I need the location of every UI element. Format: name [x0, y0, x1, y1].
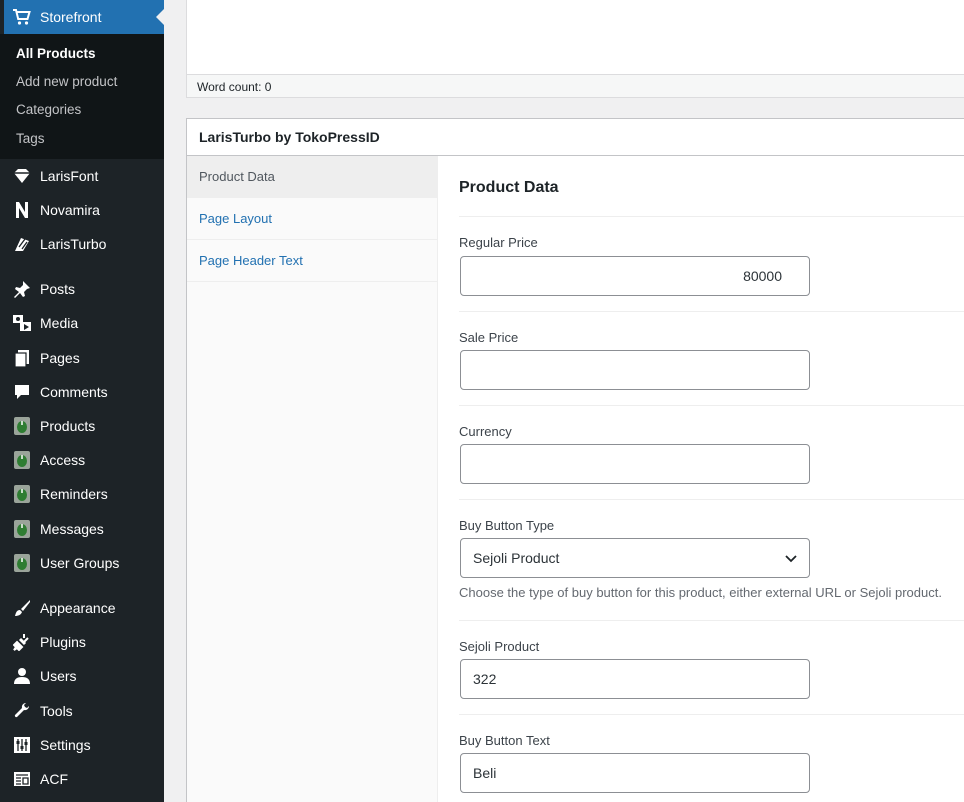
settings-icon: [12, 735, 32, 755]
sidebar-item-posts[interactable]: Posts: [4, 274, 164, 304]
sidebar-item-label: User Groups: [40, 555, 120, 571]
submenu-item-categories[interactable]: Categories: [16, 102, 81, 117]
sidebar-item-label: Products: [40, 418, 96, 434]
sidebar-item-label: Messages: [40, 521, 104, 537]
buy-button-type-value: Sejoli Product: [473, 550, 560, 566]
sidebar-item-messages[interactable]: Messages: [4, 514, 164, 544]
submenu-item-all-products[interactable]: All Products: [16, 46, 96, 61]
sejoli-product-input[interactable]: [460, 659, 810, 699]
tab-product-data[interactable]: Product Data: [187, 156, 437, 198]
brush-icon: [12, 598, 32, 618]
acf-icon: [12, 769, 32, 789]
sidebar-item-label: Tools: [40, 703, 73, 719]
sidebar-item-label: Posts: [40, 281, 76, 297]
sidebar-item-label: LarisFont: [40, 168, 99, 184]
pin-icon: [12, 279, 32, 299]
sidebar-item-label: ACF: [40, 771, 68, 787]
word-count: Word count: 0: [186, 74, 964, 98]
metabox-title: LarisTurbo by TokoPressID: [187, 119, 964, 156]
buy-button-text-label: Buy Button Text: [459, 733, 550, 748]
media-icon: [12, 313, 32, 333]
plugin-icon: [12, 632, 32, 652]
sidebar-item-label: Reminders: [40, 486, 108, 502]
submenu-item-tags[interactable]: Tags: [16, 131, 45, 146]
sidebar-item-pages[interactable]: Pages: [4, 343, 164, 373]
sidebar-item-media[interactable]: Media: [4, 308, 164, 338]
divider: [459, 620, 964, 621]
currency-input[interactable]: [460, 444, 810, 484]
sidebar-item-appearance[interactable]: Appearance: [4, 593, 164, 623]
diamond-icon: [12, 166, 32, 186]
user-icon: [12, 666, 32, 686]
storefront-submenu: All Products Add new product Categories …: [0, 34, 164, 159]
metabox-tabs: Product Data Page Layout Page Header Tex…: [187, 156, 438, 802]
sidebar-item-novamira[interactable]: Novamira: [4, 195, 164, 225]
buy-button-type-label: Buy Button Type: [459, 518, 555, 533]
sidebar-item-user-groups[interactable]: User Groups: [4, 548, 164, 578]
main-content: Word count: 0 LarisTurbo by TokoPressID …: [164, 0, 964, 802]
pages-icon: [12, 348, 32, 368]
sejoli-icon: [12, 484, 32, 504]
sidebar-item-label: LarisTurbo: [40, 236, 107, 252]
sidebar-item-label: Pages: [40, 350, 80, 366]
regular-price-input[interactable]: [460, 256, 810, 296]
divider: [459, 499, 964, 500]
current-menu-arrow: [156, 9, 164, 25]
cart-icon: [12, 7, 32, 27]
regular-price-label: Regular Price: [459, 235, 538, 250]
buy-button-text-input[interactable]: [460, 753, 810, 793]
buy-button-type-description: Choose the type of buy button for this p…: [459, 585, 942, 600]
content-editor[interactable]: [186, 0, 964, 75]
divider: [459, 216, 964, 217]
divider: [459, 405, 964, 406]
sidebar-item-label: Plugins: [40, 634, 86, 650]
admin-sidebar: Storefront All Products Add new product …: [0, 0, 164, 802]
tab-page-layout[interactable]: Page Layout: [187, 198, 437, 240]
wrench-icon: [12, 701, 32, 721]
sale-price-label: Sale Price: [459, 330, 519, 345]
bolt-icon: [12, 234, 32, 254]
divider: [459, 311, 964, 312]
sidebar-item-products[interactable]: Products: [4, 411, 164, 441]
sejoli-icon: [12, 416, 32, 436]
tab-page-header-text[interactable]: Page Header Text: [187, 240, 437, 282]
sidebar-item-acf[interactable]: ACF: [4, 764, 164, 794]
sidebar-item-laristurbo[interactable]: LarisTurbo: [4, 229, 164, 259]
sidebar-item-reminders[interactable]: Reminders: [4, 479, 164, 509]
sidebar-item-comments[interactable]: Comments: [4, 377, 164, 407]
sejoli-product-label: Sejoli Product: [459, 639, 540, 654]
sejoli-icon: [12, 519, 32, 539]
n-logo-icon: [12, 200, 32, 220]
sidebar-item-label: Settings: [40, 737, 91, 753]
sidebar-item-label: Storefront: [40, 9, 102, 25]
sale-price-input[interactable]: [460, 350, 810, 390]
section-title: Product Data: [459, 179, 559, 196]
sidebar-item-label: Novamira: [40, 202, 100, 218]
sidebar-item-plugins[interactable]: Plugins: [4, 627, 164, 657]
laristurbo-metabox: LarisTurbo by TokoPressID Product Data P…: [186, 118, 964, 802]
metabox-content: Product Data Regular Price Sale Price Cu…: [439, 156, 964, 802]
chevron-down-icon: [785, 550, 797, 566]
sejoli-icon: [12, 553, 32, 573]
sejoli-icon: [12, 450, 32, 470]
sidebar-item-access[interactable]: Access: [4, 445, 164, 475]
divider: [459, 714, 964, 715]
sidebar-item-label: Comments: [40, 384, 108, 400]
sidebar-item-users[interactable]: Users: [4, 661, 164, 691]
sidebar-item-storefront[interactable]: Storefront: [4, 0, 164, 34]
sidebar-item-tools[interactable]: Tools: [4, 696, 164, 726]
sidebar-item-label: Media: [40, 315, 79, 331]
sidebar-item-label: Access: [40, 452, 86, 468]
submenu-item-add-new-product[interactable]: Add new product: [16, 74, 117, 89]
sidebar-item-larisfont[interactable]: LarisFont: [4, 161, 164, 191]
sidebar-item-label: Users: [40, 668, 77, 684]
comment-icon: [12, 382, 32, 402]
buy-button-type-select[interactable]: Sejoli Product: [460, 538, 810, 578]
currency-label: Currency: [459, 424, 512, 439]
sidebar-item-label: Appearance: [40, 600, 116, 616]
sidebar-item-settings[interactable]: Settings: [4, 730, 164, 760]
